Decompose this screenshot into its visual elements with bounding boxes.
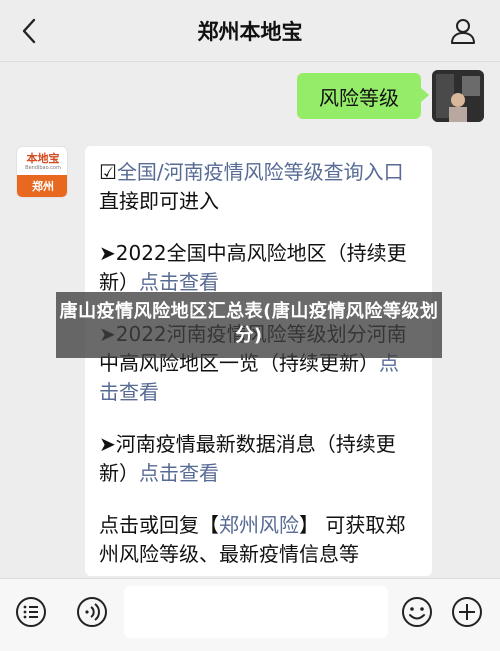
- logo-text: 本地宝: [26, 151, 60, 165]
- title-overlay-banner: 唐山疫情风险地区汇总表(唐山疫情风险等级划分): [56, 292, 442, 358]
- checkbox-icon: ☑: [99, 160, 117, 184]
- logo-city: 郑州: [17, 175, 67, 197]
- emoji-icon[interactable]: [400, 595, 434, 629]
- message-paragraph-1: ☑全国/河南疫情风险等级查询入口直接即可进入: [99, 158, 416, 216]
- view-link[interactable]: 点击查看: [139, 461, 219, 485]
- query-entry-link[interactable]: 全国/河南疫情风险等级查询入口: [117, 160, 404, 184]
- logo-url: Bendibao.com: [25, 164, 61, 171]
- message-input[interactable]: [124, 586, 388, 638]
- zhengzhou-risk-link[interactable]: 郑州风险: [219, 513, 299, 537]
- bot-avatar[interactable]: 本地宝 Bendibao.com 郑州: [16, 146, 68, 198]
- sent-message-bubble[interactable]: 风险等级: [297, 73, 429, 119]
- voice-icon[interactable]: [75, 595, 109, 629]
- message-paragraph-5: 点击或回复【郑州风险】 可获取郑州风险等级、最新疫情信息等: [99, 511, 416, 569]
- plus-icon[interactable]: [450, 595, 484, 629]
- message-paragraph-4: ➤河南疫情最新数据消息（持续更新）点击查看: [99, 430, 416, 488]
- paragraph-text: 直接即可进入: [99, 189, 219, 213]
- menu-list-icon[interactable]: [14, 595, 48, 629]
- view-link[interactable]: 点击查看: [139, 270, 219, 294]
- received-message-bubble: ☑全国/河南疫情风险等级查询入口直接即可进入 ➤2022全国中高风险地区（持续更…: [85, 146, 432, 576]
- page-title: 郑州本地宝: [197, 20, 303, 44]
- user-icon[interactable]: [446, 14, 480, 48]
- my-avatar[interactable]: [432, 70, 484, 122]
- input-bar: [0, 578, 500, 651]
- message-paragraph-2: ➤2022全国中高风险地区（持续更新）点击查看: [99, 239, 416, 297]
- chat-header: 郑州本地宝: [0, 0, 500, 62]
- logo-top: 本地宝 Bendibao.com: [17, 147, 67, 177]
- paragraph-text: 点击或回复【: [99, 513, 219, 537]
